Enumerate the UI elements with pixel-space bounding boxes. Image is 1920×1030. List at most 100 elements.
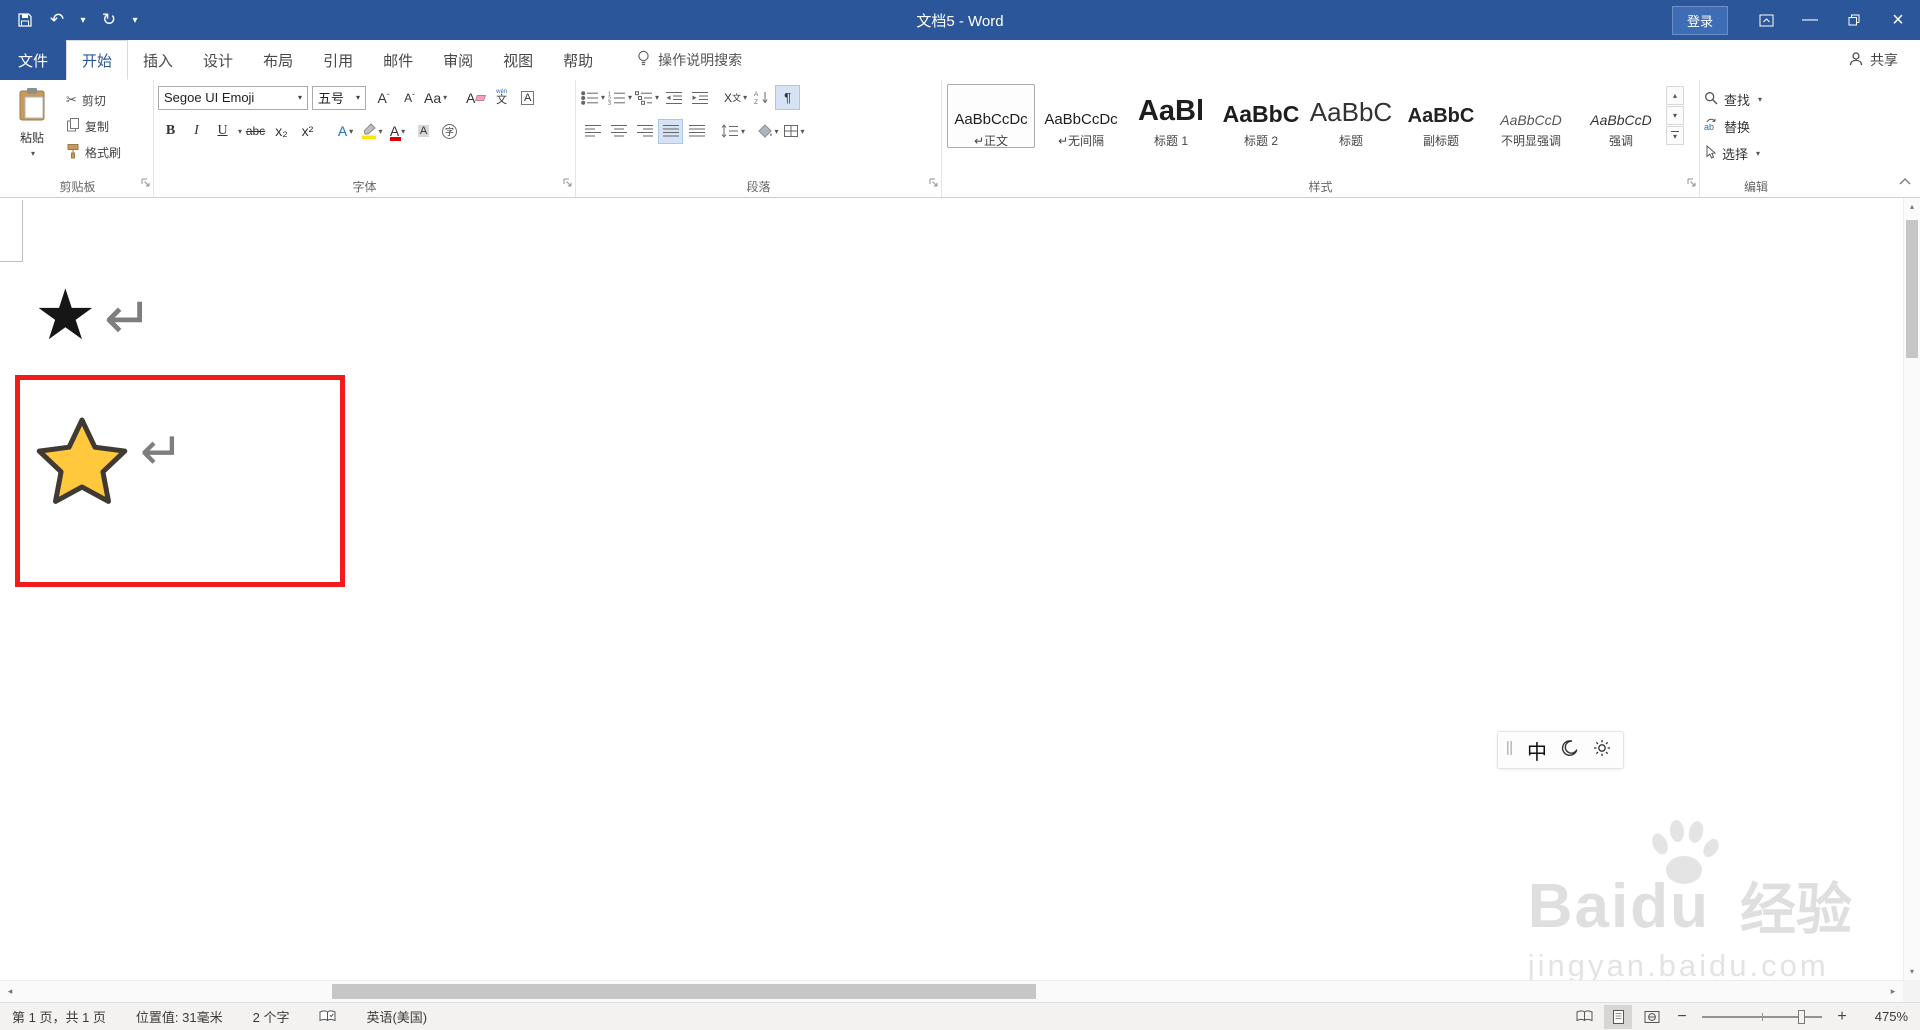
increase-indent-button[interactable]: [687, 85, 712, 110]
proofing-status-icon[interactable]: [319, 1010, 336, 1023]
horizontal-scroll-thumb[interactable]: [332, 984, 1036, 999]
subscript-button[interactable]: x₂: [269, 119, 294, 144]
styles-dialog-launcher-icon[interactable]: [1686, 175, 1697, 193]
text-effects-button[interactable]: A ▾: [333, 119, 358, 144]
customize-qat-icon[interactable]: ▾: [126, 5, 144, 35]
style-title[interactable]: AaBbC 标题: [1307, 84, 1395, 148]
redo-icon[interactable]: ↻: [94, 5, 124, 35]
font-name-select[interactable]: Segoe UI Emoji ▾: [158, 85, 308, 110]
vertical-scrollbar[interactable]: ▴ ▾: [1903, 198, 1920, 980]
line-spacing-button[interactable]: ▾: [720, 119, 746, 144]
style-heading-1[interactable]: AaBl 标题 1: [1127, 84, 1215, 148]
print-layout-button[interactable]: [1604, 1004, 1632, 1029]
restore-button[interactable]: [1832, 0, 1876, 40]
word-count-status[interactable]: 2 个字: [253, 1007, 290, 1026]
character-border-button[interactable]: A: [515, 85, 540, 110]
style-subtitle[interactable]: AaBbC 副标题: [1397, 84, 1485, 148]
asian-layout-button[interactable]: X 文 ▾: [723, 85, 748, 110]
scroll-right-icon[interactable]: ▸: [1883, 981, 1903, 1002]
tab-view[interactable]: 视图: [488, 40, 548, 80]
zoom-slider[interactable]: [1702, 1009, 1822, 1024]
decrease-indent-button[interactable]: [661, 85, 686, 110]
style-no-spacing[interactable]: AaBbCcDc ↵无间隔: [1037, 84, 1125, 148]
font-dialog-launcher-icon[interactable]: [562, 175, 573, 193]
sort-button[interactable]: AZ: [749, 85, 774, 110]
align-center-button[interactable]: [606, 119, 631, 144]
zoom-in-button[interactable]: +: [1832, 1008, 1852, 1026]
cursor-position-status[interactable]: 位置值: 31毫米: [136, 1007, 223, 1026]
tab-references[interactable]: 引用: [308, 40, 368, 80]
tab-insert[interactable]: 插入: [128, 40, 188, 80]
shading-button[interactable]: ▾: [755, 119, 780, 144]
character-shading-button[interactable]: A: [411, 119, 436, 144]
zoom-level[interactable]: 475%: [1858, 1009, 1908, 1024]
paragraph-dialog-launcher-icon[interactable]: [928, 175, 939, 193]
tab-help[interactable]: 帮助: [548, 40, 608, 80]
language-status[interactable]: 英语(美国): [366, 1007, 427, 1026]
style-normal[interactable]: AaBbCcDc ↵正文: [947, 84, 1035, 148]
clear-formatting-button[interactable]: A: [463, 85, 488, 110]
login-button[interactable]: 登录: [1671, 5, 1728, 35]
share-button[interactable]: 共享: [1848, 40, 1898, 80]
tab-mailings[interactable]: 邮件: [368, 40, 428, 80]
paste-button[interactable]: 粘贴 ▾: [6, 83, 58, 169]
shrink-font-button[interactable]: Aˇ: [397, 85, 422, 110]
document-canvas[interactable]: ★ ↵ ↵ 中 Baidu 经验 jingyan.baidu.com ▴ ▾ ◂…: [0, 198, 1920, 1002]
strikethrough-button[interactable]: abc: [243, 119, 268, 144]
underline-button[interactable]: U: [210, 119, 235, 144]
web-layout-button[interactable]: [1638, 1005, 1666, 1029]
close-button[interactable]: ×: [1876, 0, 1920, 40]
font-color-button[interactable]: A ▾: [385, 119, 410, 144]
tab-file[interactable]: 文件: [0, 40, 67, 80]
select-button[interactable]: 选择 ▾: [1704, 141, 1762, 165]
align-right-button[interactable]: [632, 119, 657, 144]
multilevel-list-button[interactable]: ▾: [634, 85, 660, 110]
style-subtle-emphasis[interactable]: AaBbCcD 不明显强调: [1487, 84, 1575, 148]
settings-gear-icon[interactable]: [1593, 739, 1611, 762]
undo-icon[interactable]: ↶: [42, 5, 72, 35]
tab-design[interactable]: 设计: [188, 40, 248, 80]
find-button[interactable]: 查找 ▾: [1704, 87, 1762, 111]
text-highlight-button[interactable]: ▾: [359, 119, 384, 144]
page-number-status[interactable]: 第 1 页，共 1 页: [12, 1007, 106, 1026]
clipboard-dialog-launcher-icon[interactable]: [140, 175, 151, 193]
justify-button[interactable]: [658, 118, 683, 144]
ime-language-toggle[interactable]: 中: [1527, 736, 1547, 765]
black-star-character[interactable]: ★: [34, 280, 97, 350]
distribute-button[interactable]: [684, 119, 709, 144]
scroll-down-icon[interactable]: ▾: [1904, 963, 1920, 980]
styles-more-icon[interactable]: ▾: [1666, 126, 1684, 145]
drag-handle-icon[interactable]: [1506, 739, 1513, 762]
bold-button[interactable]: B: [158, 119, 183, 144]
tab-layout[interactable]: 布局: [248, 40, 308, 80]
minimize-button[interactable]: —: [1788, 0, 1832, 40]
styles-scroll-up-icon[interactable]: ▴: [1666, 86, 1684, 105]
tab-home[interactable]: 开始: [66, 40, 129, 80]
zoom-slider-thumb[interactable]: [1798, 1009, 1805, 1024]
replace-button[interactable]: ab 替换: [1704, 114, 1762, 138]
phonetic-guide-button[interactable]: wén 文: [489, 85, 514, 110]
copy-button[interactable]: 复制: [66, 115, 121, 137]
font-size-select[interactable]: 五号 ▾: [312, 85, 366, 110]
collapse-ribbon-icon[interactable]: [1898, 173, 1912, 191]
italic-button[interactable]: I: [184, 119, 209, 144]
scroll-left-icon[interactable]: ◂: [0, 981, 20, 1002]
enclose-characters-button[interactable]: 字: [437, 119, 462, 144]
undo-dropdown-icon[interactable]: ▾: [74, 5, 92, 35]
tab-review[interactable]: 审阅: [428, 40, 488, 80]
grow-font-button[interactable]: Aˆ: [371, 85, 396, 110]
style-heading-2[interactable]: AaBbC 标题 2: [1217, 84, 1305, 148]
yellow-star-emoji[interactable]: [32, 410, 132, 515]
align-left-button[interactable]: [580, 119, 605, 144]
tell-me-search[interactable]: 操作说明搜索: [636, 40, 742, 80]
format-painter-button[interactable]: 格式刷: [66, 141, 121, 163]
zoom-out-button[interactable]: −: [1672, 1008, 1692, 1026]
horizontal-scrollbar[interactable]: ◂ ▸: [0, 980, 1903, 1002]
show-hide-marks-button[interactable]: ¶: [775, 85, 801, 110]
ribbon-display-options-icon[interactable]: [1744, 0, 1788, 40]
style-emphasis[interactable]: AaBbCcD 强调: [1577, 84, 1665, 148]
cut-button[interactable]: ✂ 剪切: [66, 89, 121, 111]
save-icon[interactable]: [10, 5, 40, 35]
read-mode-button[interactable]: [1570, 1005, 1598, 1029]
superscript-button[interactable]: x²: [295, 119, 320, 144]
